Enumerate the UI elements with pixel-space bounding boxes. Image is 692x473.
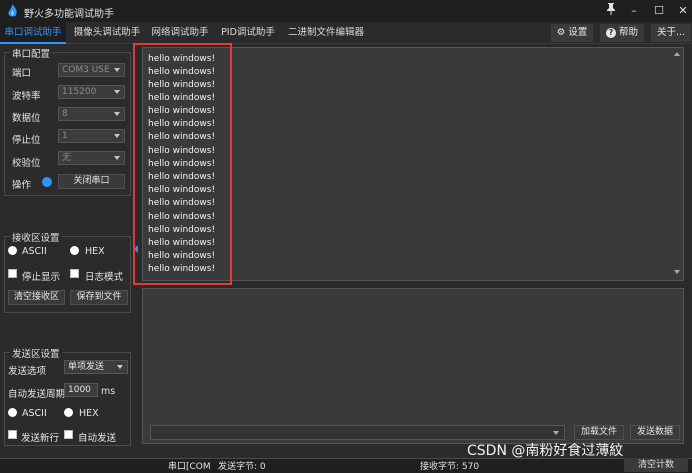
serial-config-title: 串口配置 xyxy=(10,46,53,60)
chevron-down-icon xyxy=(114,90,120,94)
scroll-up-icon[interactable] xyxy=(674,52,680,56)
close-icon[interactable]: ✕ xyxy=(675,3,691,19)
parity-select[interactable]: 无 xyxy=(58,151,125,165)
chevron-down-icon xyxy=(114,68,120,72)
status-sent-bytes: 发送字节: 0 xyxy=(218,462,266,472)
minimize-icon[interactable]: – xyxy=(626,3,642,19)
app-logo-icon xyxy=(6,4,19,18)
stop-display-checkbox[interactable] xyxy=(8,269,17,278)
send-option-label: 发送选项 xyxy=(8,366,47,377)
clear-count-button[interactable]: 清空计数 xyxy=(624,458,688,472)
tab-pid[interactable]: PID调试助手 xyxy=(216,22,280,44)
port-select[interactable]: COM3 USE xyxy=(58,63,125,77)
send-option-select[interactable]: 单项发送 xyxy=(64,360,128,374)
send-data-button[interactable]: 发送数据 xyxy=(630,425,680,440)
close-port-button[interactable]: 关闭串口 xyxy=(58,174,125,189)
baud-value: 115200 xyxy=(62,87,97,97)
auto-send-checkbox[interactable] xyxy=(64,430,73,439)
send-history-select[interactable] xyxy=(150,425,565,440)
scroll-down-icon[interactable] xyxy=(674,270,680,274)
stopbits-value: 1 xyxy=(62,131,68,141)
databits-select[interactable]: 8 xyxy=(58,107,125,121)
databits-value: 8 xyxy=(62,109,68,119)
period-unit-label: ms xyxy=(101,386,116,397)
send-hex-radio[interactable] xyxy=(64,408,73,417)
gear-icon: ⚙ xyxy=(556,27,566,38)
recv-hex-label: HEX xyxy=(85,246,105,257)
window-title: 野火多功能调试助手 xyxy=(24,9,114,20)
settings-button[interactable]: ⚙ 设置 xyxy=(551,24,593,42)
help-icon: ? xyxy=(605,28,616,38)
recv-ascii-label: ASCII xyxy=(22,246,47,257)
baud-select[interactable]: 115200 xyxy=(58,85,125,99)
send-hex-label: HEX xyxy=(79,408,99,419)
stopbits-select[interactable]: 1 xyxy=(58,129,125,143)
auto-send-label: 自动发送 xyxy=(78,433,117,444)
tab-camera[interactable]: 摄像头调试助手 xyxy=(70,22,144,44)
log-mode-checkbox[interactable] xyxy=(70,269,79,278)
receive-settings-title: 接收区设置 xyxy=(10,230,62,244)
auto-period-label: 自动发送周期 xyxy=(8,389,66,400)
highlight-box xyxy=(133,43,232,285)
save-to-file-button[interactable]: 保存到文件 xyxy=(70,290,128,305)
maximize-icon[interactable]: ☐ xyxy=(651,3,667,19)
send-option-value: 单项发送 xyxy=(68,362,105,372)
log-mode-label: 日志模式 xyxy=(85,272,124,283)
pin-icon[interactable] xyxy=(603,3,619,19)
send-textarea[interactable] xyxy=(142,288,684,444)
parity-label: 校验位 xyxy=(12,158,41,169)
send-ascii-radio[interactable] xyxy=(8,408,17,417)
parity-value: 无 xyxy=(62,153,72,163)
tab-network[interactable]: 网络调试助手 xyxy=(148,22,212,44)
load-file-button[interactable]: 加载文件 xyxy=(574,425,624,440)
chevron-down-icon xyxy=(114,156,120,160)
send-newline-label: 发送新行 xyxy=(21,433,60,444)
chevron-down-icon xyxy=(114,134,120,138)
chevron-down-icon xyxy=(553,431,559,435)
watermark: CSDN @南粉好食过薄紋 xyxy=(467,443,624,459)
about-button[interactable]: 关于... xyxy=(651,24,691,42)
send-newline-checkbox[interactable] xyxy=(8,430,17,439)
stopbits-label: 停止位 xyxy=(12,135,41,146)
chevron-down-icon xyxy=(114,112,120,116)
status-port: 串口[COM xyxy=(168,462,211,472)
stop-display-label: 停止显示 xyxy=(22,272,61,283)
status-received-bytes: 接收字节: 570 xyxy=(420,462,480,472)
databits-label: 数据位 xyxy=(12,113,41,124)
tab-binary-editor[interactable]: 二进制文件编辑器 xyxy=(285,22,367,44)
help-label: 帮助 xyxy=(619,27,639,38)
send-settings-title: 发送区设置 xyxy=(10,346,62,360)
port-value: COM3 USE xyxy=(62,65,110,75)
send-ascii-label: ASCII xyxy=(22,408,47,419)
auto-period-input[interactable]: 1000 xyxy=(64,383,98,397)
recv-ascii-radio[interactable] xyxy=(8,246,17,255)
tab-serial[interactable]: 串口调试助手 xyxy=(0,22,66,44)
baud-label: 波特率 xyxy=(12,91,41,102)
status-bar xyxy=(0,458,692,473)
port-label: 端口 xyxy=(12,68,32,79)
clear-receive-button[interactable]: 清空接收区 xyxy=(8,290,65,305)
operation-label: 操作 xyxy=(12,180,32,191)
help-button[interactable]: ? 帮助 xyxy=(600,24,644,42)
chevron-down-icon xyxy=(117,365,123,369)
settings-label: 设置 xyxy=(568,27,588,38)
recv-hex-radio[interactable] xyxy=(70,246,79,255)
port-status-indicator xyxy=(42,177,52,187)
